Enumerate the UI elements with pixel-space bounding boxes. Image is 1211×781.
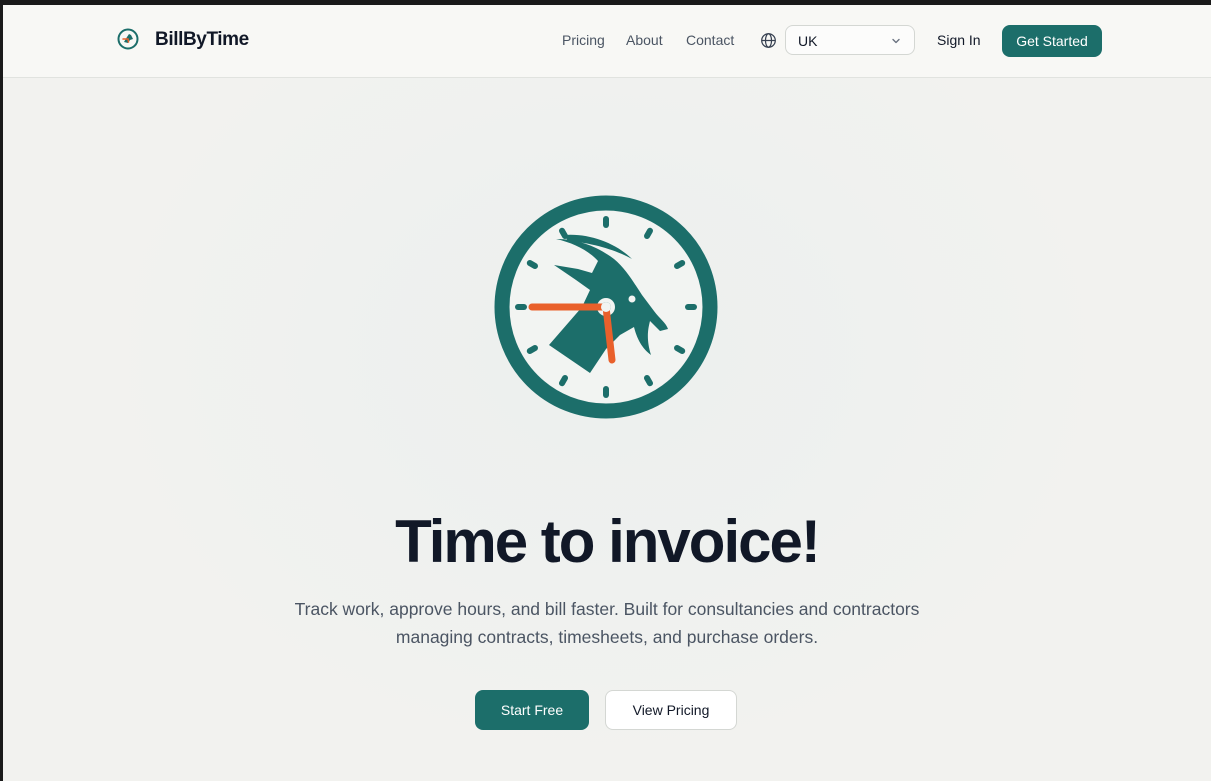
globe-icon[interactable] xyxy=(760,32,777,49)
hero-subtitle: Track work, approve hours, and bill fast… xyxy=(257,595,957,651)
nav-link-contact[interactable]: Contact xyxy=(686,32,734,48)
hero-subtitle-line-2: managing contracts, timesheets, and purc… xyxy=(395,627,819,647)
get-started-button[interactable]: Get Started xyxy=(1002,25,1102,57)
nav-link-about[interactable]: About xyxy=(626,32,663,48)
region-select-value: UK xyxy=(798,33,818,49)
hero-subtitle-line-1: Track work, approve hours, and bill fast… xyxy=(294,599,920,619)
chevron-down-icon xyxy=(892,38,900,44)
hero-title: Time to invoice! xyxy=(395,508,821,575)
goat-clock-icon xyxy=(494,195,718,419)
region-select[interactable]: UK xyxy=(785,25,915,55)
browser-viewport: BillByTime Pricing About Contact UK Sign… xyxy=(3,5,1211,781)
view-pricing-button[interactable]: View Pricing xyxy=(605,690,737,730)
start-free-button[interactable]: Start Free xyxy=(475,690,589,730)
goat-clock-icon[interactable] xyxy=(117,28,139,50)
brand-name[interactable]: BillByTime xyxy=(155,29,249,51)
top-navbar: BillByTime Pricing About Contact UK Sign… xyxy=(3,5,1211,78)
nav-link-pricing[interactable]: Pricing xyxy=(562,32,605,48)
sign-in-link[interactable]: Sign In xyxy=(937,32,981,48)
